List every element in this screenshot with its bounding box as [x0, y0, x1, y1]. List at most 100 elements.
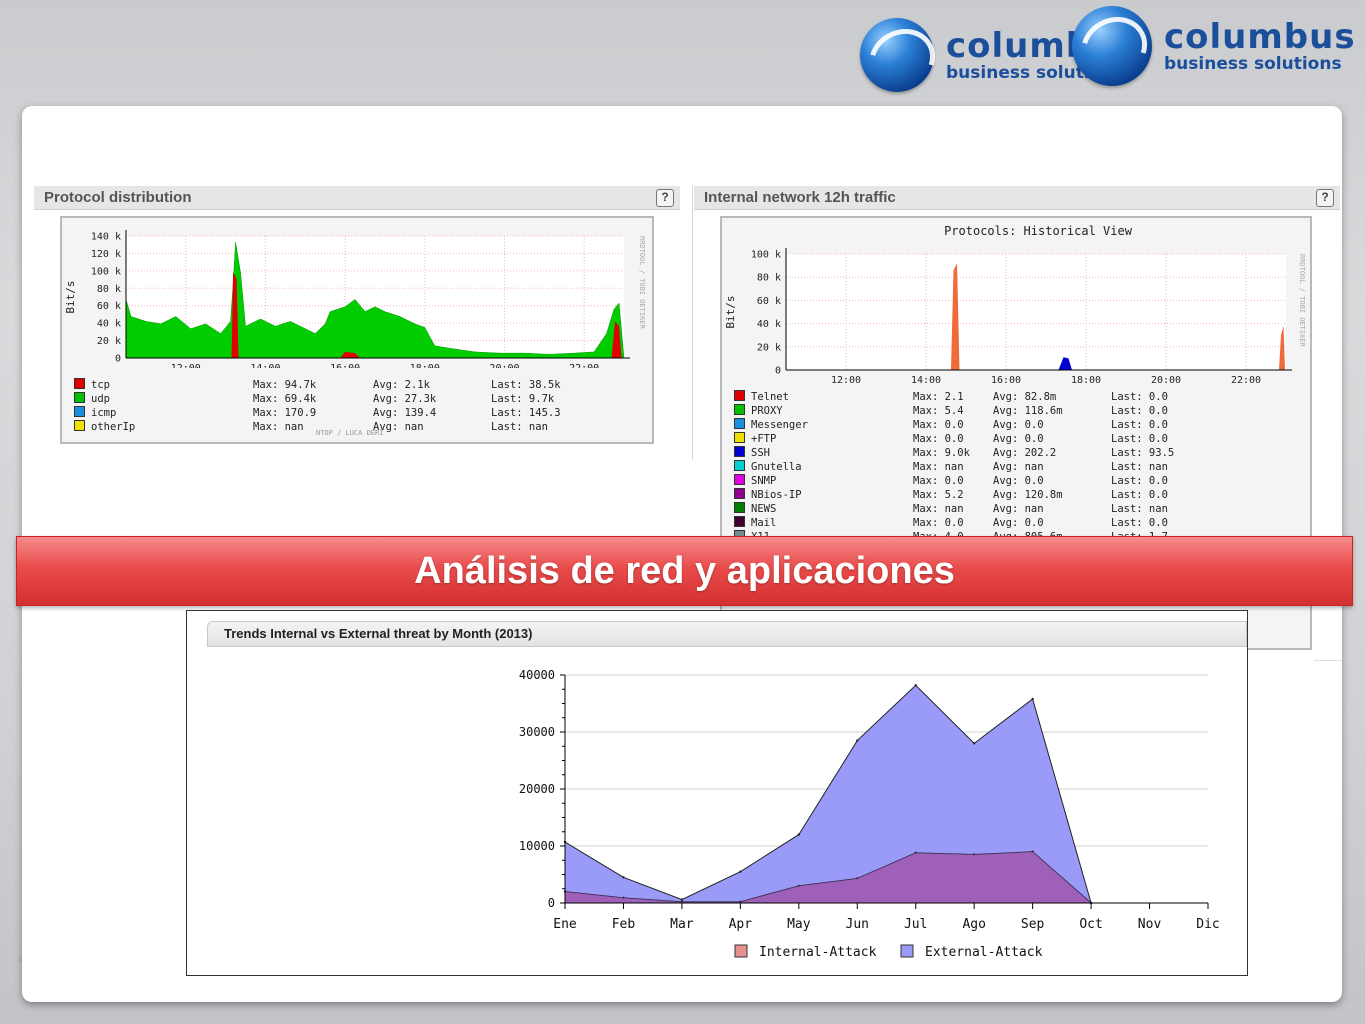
help-icon[interactable]: ? — [656, 189, 674, 207]
x-tick-label: Jul — [904, 917, 927, 932]
legend-last: Last: 0.0 — [1111, 433, 1168, 445]
legend-avg: Avg: 0.0 — [993, 419, 1044, 431]
legend-max: Max: 5.2 — [913, 489, 964, 501]
historical-area-chart: Protocols: Historical View 100 k 80 k 60 k 4… — [724, 224, 1306, 386]
point-external-attack — [739, 870, 742, 873]
legend-last: Last: 0.0 — [1111, 391, 1168, 403]
legend-swatch — [734, 432, 745, 443]
legend-max: Max: nan — [913, 461, 964, 473]
point-external-attack — [972, 742, 976, 745]
legend-label: SSH — [751, 447, 770, 459]
legend-avg: Avg: nan — [373, 421, 424, 433]
point-external-attack — [856, 739, 859, 742]
protocol-area-chart: 140 k 120 k 100 k 80 k 60 k 40 k 20 k 0 12:00 14:… — [64, 230, 646, 368]
x-tick-label: 18:00 — [1071, 375, 1101, 386]
legend-max: Max: nan — [913, 503, 964, 515]
card-rule — [1314, 660, 1342, 661]
y-tick-label: 60 k — [757, 296, 781, 307]
x-tick-label: Jun — [846, 917, 869, 932]
legend-row-otherip: otherIp Max: nan Avg: nan Last: nan — [74, 420, 548, 433]
x-tick-label: Mar — [670, 917, 694, 932]
x-tick-label: Oct — [1079, 917, 1102, 932]
protocol-distribution-header: Protocol distribution ? — [34, 186, 680, 210]
legend-swatch — [74, 392, 85, 403]
panel-title: Protocol distribution — [44, 189, 192, 206]
legend-last: Last: 93.5 — [1111, 447, 1175, 459]
legend-last: Last: 0.0 — [1111, 517, 1168, 529]
x-tick-label: Ene — [553, 917, 577, 932]
y-tick-label: 100 k — [751, 250, 781, 261]
globe-icon — [1072, 6, 1152, 86]
legend-swatch — [74, 378, 85, 389]
x-tick-label: Dic — [1196, 917, 1219, 932]
x-tick-label: 14:00 — [911, 375, 941, 386]
trends-area-chart: 0 10000 20000 30000 40000 Ene Feb Mar Apr May Jun J… — [519, 668, 1220, 960]
y-tick-label: 0 — [775, 366, 781, 377]
legend-max: Max: 69.4k — [253, 393, 317, 405]
legend-avg: Avg: 0.0 — [993, 475, 1044, 487]
legend-swatch — [734, 418, 745, 429]
rrdtool-credit: RRDTOOL / TOBI OETIKER — [1298, 254, 1306, 348]
legend-last: Last: 38.5k — [491, 379, 561, 391]
legend-swatch — [734, 488, 745, 499]
section-banner: Análisis de red y aplicaciones — [16, 536, 1353, 606]
legend-avg: Avg: nan — [993, 461, 1044, 473]
legend-avg: Avg: nan — [993, 503, 1044, 515]
legend-avg: Avg: 118.6m — [993, 405, 1063, 417]
legend-avg: Avg: 82.8m — [993, 391, 1057, 403]
point-external-attack — [1031, 697, 1034, 701]
banner-title: Análisis de red y aplicaciones — [414, 549, 955, 592]
legend-label: Internal-Attack — [759, 945, 877, 960]
legend-row-messenger: Messenger Max: 0.0 Avg: 0.0 Last: 0.0 — [734, 418, 1168, 431]
logo-tagline: business solutions — [1164, 53, 1342, 74]
y-tick-label: 40 k — [97, 319, 121, 330]
rrdtool-credit: RRDTOOL / TOBI OETIKER — [638, 236, 646, 330]
legend-max: Max: 170.9 — [253, 407, 317, 419]
legend-label: External-Attack — [925, 945, 1043, 960]
x-tick-label: Feb — [612, 917, 636, 932]
x-tick-label: 12:00 — [171, 363, 201, 368]
legend-swatch — [734, 404, 745, 415]
plot-area — [786, 254, 1286, 370]
legend-label: NBios-IP — [751, 489, 802, 501]
y-tick-label: 80 k — [97, 284, 121, 295]
x-tick-label: 16:00 — [330, 363, 360, 368]
legend-last: Last: 0.0 — [1111, 475, 1168, 487]
legend-label: +FTP — [751, 433, 777, 445]
legend-row-proxy: PROXY Max: 5.4 Avg: 118.6m Last: 0.0 — [734, 404, 1168, 417]
y-tick-label: 140 k — [91, 232, 121, 243]
columbus-logo-2: columbus business solutions — [1072, 6, 1356, 86]
legend-avg: Avg: 0.0 — [993, 433, 1044, 445]
x-tick-label: 12:00 — [831, 375, 861, 386]
x-tick-label: 16:00 — [991, 375, 1021, 386]
point-external-attack — [622, 876, 625, 879]
x-tick-label: 20:00 — [1151, 375, 1181, 386]
y-tick-label: 40000 — [519, 668, 555, 682]
legend-row-ftp: +FTP Max: 0.0 Avg: 0.0 Last: 0.0 — [734, 432, 1168, 445]
y-tick-label: 30000 — [519, 725, 555, 739]
x-tick-label: Apr — [729, 917, 753, 932]
x-tick-label: Nov — [1138, 917, 1162, 932]
trends-panel: Trends Internal vs External threat by Mo… — [186, 610, 1248, 976]
legend-row-nbiosip: NBios-IP Max: 5.2 Avg: 120.8m Last: 0.0 — [734, 488, 1168, 501]
legend-row-snmp: SNMP Max: 0.0 Avg: 0.0 Last: 0.0 — [734, 474, 1168, 487]
help-icon[interactable]: ? — [1316, 189, 1334, 207]
legend-row-icmp: icmp Max: 170.9 Avg: 139.4 Last: 145.3 — [74, 406, 561, 419]
y-tick-label: 10000 — [519, 839, 555, 853]
y-tick-label: 100 k — [91, 266, 121, 277]
legend-swatch — [734, 460, 745, 471]
y-tick-label: 120 k — [91, 249, 121, 260]
globe-icon — [860, 18, 934, 92]
legend-avg: Avg: 0.0 — [993, 517, 1044, 529]
legend-row-udp: udp Max: 69.4k Avg: 27.3k Last: 9.7k — [74, 392, 554, 405]
legend-max: Max: 0.0 — [913, 517, 964, 529]
legend-swatch — [74, 420, 85, 431]
legend-swatch — [900, 944, 914, 958]
legend-label: Gnutella — [751, 461, 802, 473]
legend-label: Telnet — [751, 391, 789, 403]
protocol-distribution-graph: 140 k 120 k 100 k 80 k 60 k 40 k 20 k 0 12:00 14:… — [60, 216, 654, 444]
legend-label: udp — [91, 393, 110, 405]
legend-row-tcp: tcp Max: 94.7k Avg: 2.1k Last: 38.5k — [74, 378, 561, 391]
legend-max: Max: 2.1 — [913, 391, 964, 403]
logo-name: columbus — [1164, 16, 1356, 57]
